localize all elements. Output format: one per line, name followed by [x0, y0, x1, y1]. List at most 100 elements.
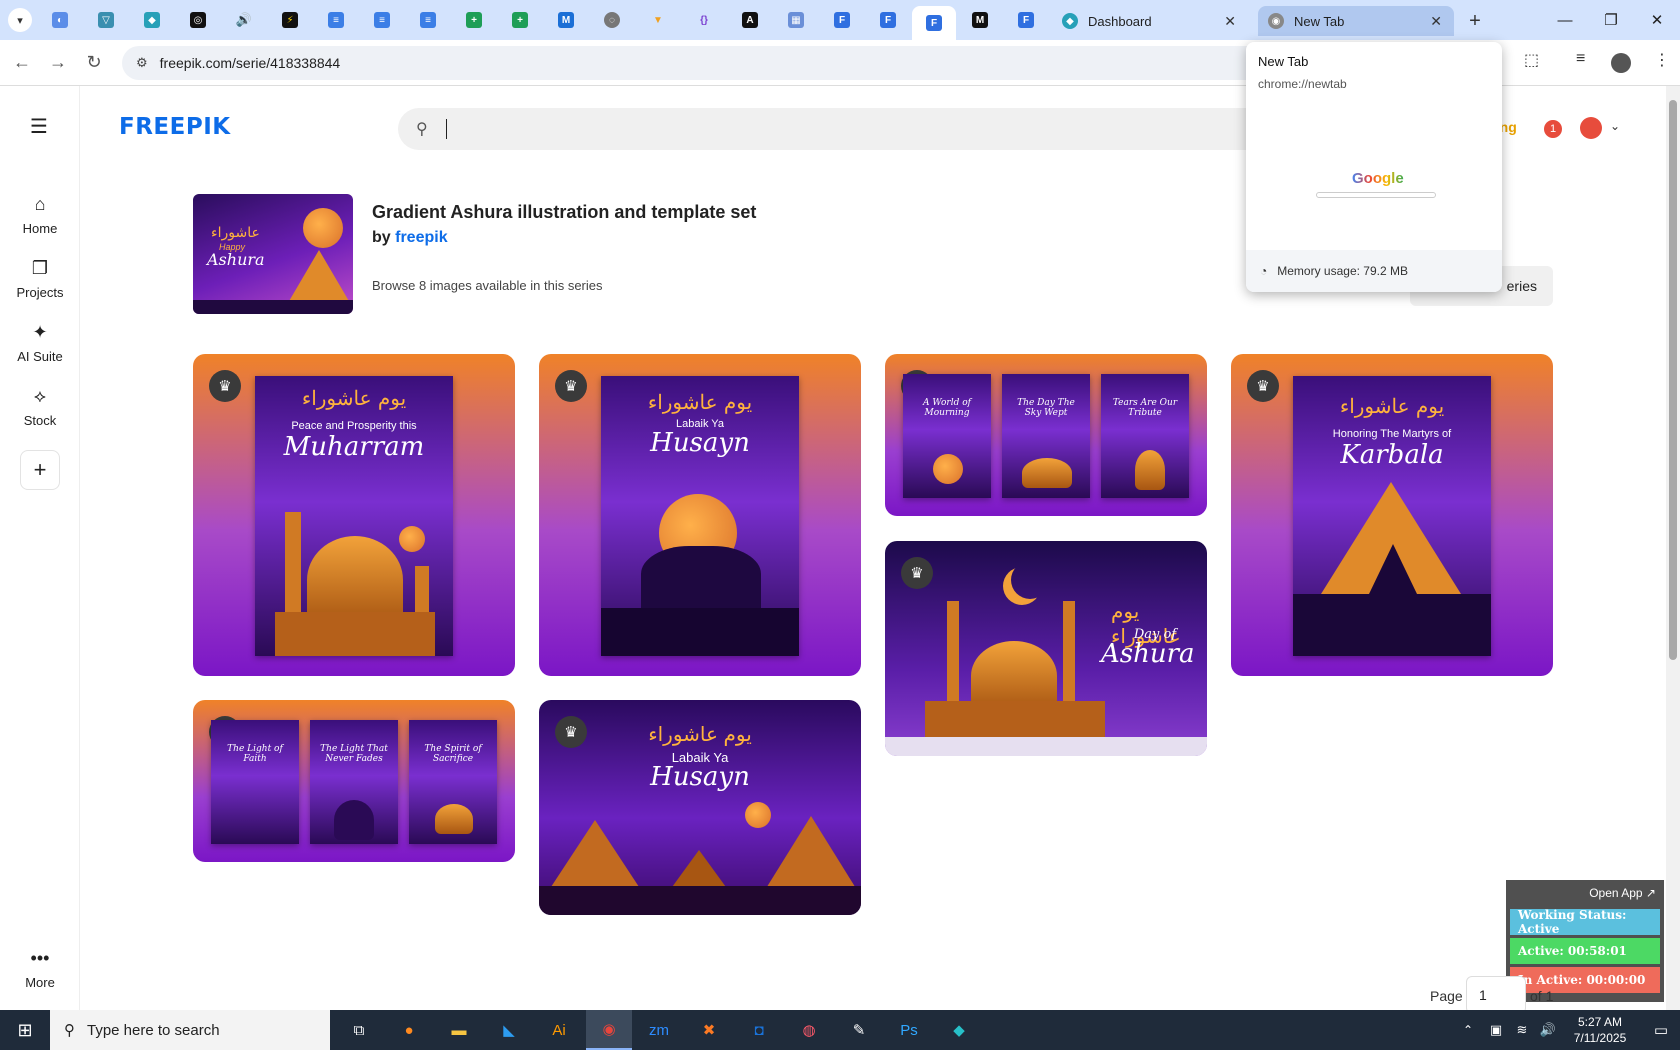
- sound-icon: 🔊: [235, 12, 253, 27]
- task-view-icon[interactable]: ⧉: [336, 1010, 382, 1050]
- poster: The Spirit of Sacrifice: [409, 720, 497, 844]
- pinned-tab[interactable]: ▼: [636, 6, 680, 34]
- freepik-logo[interactable]: FREEPIK: [119, 114, 231, 140]
- search-icon: ⚲: [64, 1022, 75, 1039]
- minimize-button[interactable]: —: [1542, 0, 1588, 40]
- close-icon[interactable]: ✕: [1430, 13, 1442, 30]
- author-link[interactable]: freepik: [395, 229, 447, 246]
- poster-title: The Light of Faith: [227, 744, 283, 764]
- shape: [334, 800, 374, 840]
- site-info-icon[interactable]: ⚙: [136, 55, 148, 71]
- add-button[interactable]: +: [20, 450, 60, 490]
- close-window-button[interactable]: ✕: [1634, 0, 1680, 40]
- chrome-icon[interactable]: ◉: [586, 1010, 632, 1050]
- file-explorer-icon[interactable]: ▬: [436, 1010, 482, 1050]
- sidebar-item-stock[interactable]: ⟡ Stock: [0, 386, 80, 428]
- pen-tool-icon[interactable]: ✎: [836, 1010, 882, 1050]
- back-icon[interactable]: ←: [10, 52, 34, 73]
- photoshop-icon[interactable]: Ps: [886, 1010, 932, 1050]
- page-input[interactable]: 1: [1466, 976, 1526, 1014]
- system-clock[interactable]: 5:27 AM 7/11/2025: [1560, 1014, 1640, 1046]
- sidebar-item-more[interactable]: ••• More: [0, 948, 80, 990]
- pinned-tab[interactable]: M: [958, 6, 1002, 34]
- stock-icon: ⟡: [34, 386, 46, 406]
- pinned-tab[interactable]: ▦: [774, 6, 818, 34]
- pinned-tab[interactable]: ≡: [406, 6, 450, 34]
- series-title: Gradient Ashura illustration and templat…: [372, 202, 757, 222]
- tab-dashboard[interactable]: ◆ Dashboard ✕: [1052, 6, 1248, 36]
- pinned-tab[interactable]: F: [866, 6, 910, 34]
- pinned-tab[interactable]: M: [544, 6, 588, 34]
- pinned-tab[interactable]: A: [728, 6, 772, 34]
- pinned-tab[interactable]: F: [820, 6, 864, 34]
- firefox-icon[interactable]: ●: [386, 1010, 432, 1050]
- xampp-icon[interactable]: ✖: [686, 1010, 732, 1050]
- tab-new-tab[interactable]: ◉ New Tab ✕: [1258, 6, 1454, 36]
- app-icon[interactable]: ◆: [936, 1010, 982, 1050]
- pinned-tab[interactable]: +: [452, 6, 496, 34]
- pinned-tab[interactable]: ◐: [38, 6, 82, 34]
- new-tab-button[interactable]: +: [1462, 8, 1488, 34]
- pinned-tab[interactable]: ◎: [176, 6, 220, 34]
- sun-shape: [399, 526, 425, 552]
- pinned-tab[interactable]: +: [498, 6, 542, 34]
- open-app-button[interactable]: Open App ↗: [1510, 884, 1660, 906]
- image-card[interactable]: ♛ A World of Mourning The Day The Sky We…: [885, 354, 1207, 516]
- sidebar-item-home[interactable]: ⌂ Home: [0, 194, 80, 236]
- sidebar-item-projects[interactable]: ❐ Projects: [0, 258, 80, 300]
- pinned-tab[interactable]: ◌: [590, 6, 634, 34]
- profile-icon[interactable]: [1611, 53, 1631, 73]
- zoom-icon[interactable]: zm: [636, 1010, 682, 1050]
- tray-chevron-icon[interactable]: ⌃: [1456, 1010, 1480, 1050]
- text-caret: [445, 119, 447, 139]
- restore-button[interactable]: ❐: [1588, 0, 1634, 40]
- scrollbar[interactable]: [1666, 86, 1680, 1010]
- scrollbar-thumb[interactable]: [1669, 100, 1677, 660]
- chevron-down-icon[interactable]: ⌄: [1610, 119, 1620, 133]
- media-icon[interactable]: ≡: [1576, 50, 1585, 68]
- extensions-icon[interactable]: ⬚: [1524, 50, 1539, 70]
- url-text: freepik.com/serie/418338844: [159, 55, 341, 71]
- pinned-tab[interactable]: ≡: [360, 6, 404, 34]
- creative-cloud-icon[interactable]: ◍: [786, 1010, 832, 1050]
- close-icon[interactable]: ✕: [1224, 13, 1236, 30]
- notifications-icon[interactable]: ▭: [1644, 1010, 1678, 1050]
- pinned-tab[interactable]: ≡: [314, 6, 358, 34]
- image-card[interactable]: ♛ يوم عاشوراء Labaik Ya Husayn: [539, 700, 861, 915]
- pinned-tab[interactable]: ◆: [130, 6, 174, 34]
- tab-search-button[interactable]: ▾: [8, 8, 32, 32]
- volume-icon[interactable]: 🔊: [1536, 1010, 1560, 1050]
- menu-icon[interactable]: ⋮: [1654, 50, 1670, 70]
- image-card[interactable]: ♛ يوم عاشوراء Day of Ashura: [885, 541, 1207, 756]
- image-card[interactable]: ♛ يوم عاشوراء Honoring The Martyrs of Ka…: [1231, 354, 1553, 676]
- image-card[interactable]: ♛ يوم عاشوراء Labaik Ya Husayn: [539, 354, 861, 676]
- forward-icon[interactable]: →: [46, 52, 70, 73]
- pinned-tab-active[interactable]: F: [912, 6, 956, 40]
- notification-badge[interactable]: 1: [1544, 120, 1562, 138]
- avatar[interactable]: [1580, 117, 1602, 139]
- series-thumbnail[interactable]: عاشوراء Happy Ashura: [193, 194, 353, 314]
- network-icon[interactable]: ▣: [1484, 1010, 1508, 1050]
- docs-icon: ≡: [328, 12, 344, 28]
- pinned-tab[interactable]: ⚡: [268, 6, 312, 34]
- pinned-tab[interactable]: F: [1004, 6, 1048, 34]
- hamburger-menu-icon[interactable]: ☰: [30, 114, 48, 139]
- image-card[interactable]: ♛ يوم عاشوراء Peace and Prosperity this …: [193, 354, 515, 676]
- wifi-icon[interactable]: ≋: [1510, 1010, 1534, 1050]
- poster-arabic: يوم عاشوراء: [648, 724, 752, 746]
- sidebar-item-ai-suite[interactable]: ✦ AI Suite: [0, 322, 80, 364]
- reload-icon[interactable]: ↻: [82, 52, 106, 73]
- image-card[interactable]: ♛ The Light of Faith The Light That Neve…: [193, 700, 515, 862]
- vscode-icon[interactable]: ◣: [486, 1010, 532, 1050]
- outlook-icon[interactable]: ◘: [736, 1010, 782, 1050]
- pinned-tab[interactable]: ▽: [84, 6, 128, 34]
- taskbar-search-input[interactable]: ⚲ Type here to search: [50, 1010, 330, 1050]
- sidebar-item-label: More: [25, 975, 55, 990]
- illustrator-icon[interactable]: Ai: [536, 1010, 582, 1050]
- windows-start-icon[interactable]: ⊞: [2, 1010, 48, 1050]
- poster: The Light That Never Fades: [310, 720, 398, 844]
- sun-shape: [933, 454, 963, 484]
- pinned-tab[interactable]: {}: [682, 6, 726, 34]
- hover-card-title: New Tab: [1258, 54, 1309, 69]
- pinned-tab[interactable]: 🔊: [222, 6, 266, 34]
